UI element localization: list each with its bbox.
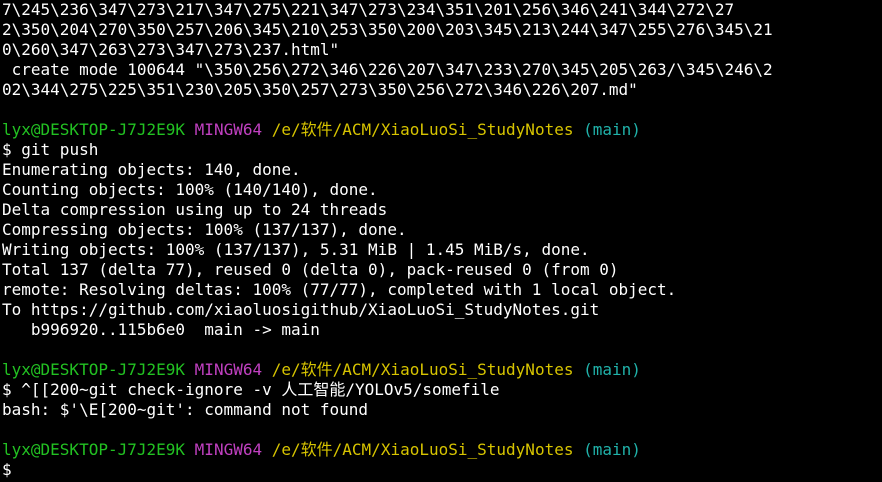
output-line: remote: Resolving deltas: 100% (77/77), … <box>2 280 677 299</box>
prompt-symbol: $ <box>2 380 12 399</box>
output-line: bash: $'\E[200~git': command not found <box>2 400 369 419</box>
command-text: git push <box>11 140 99 159</box>
prompt-branch: (main) <box>583 120 641 139</box>
output-line: Counting objects: 100% (140/140), done. <box>2 180 378 199</box>
output-line: Compressing objects: 100% (137/137), don… <box>2 220 407 239</box>
prompt-user-host: lyx@DESKTOP-J7J2E9K <box>2 360 186 379</box>
prompt-branch: (main) <box>583 440 641 459</box>
output-line: create mode 100644 "\350\256\272\346\226… <box>2 60 773 79</box>
output-line: 0\260\347\263\273\347\273\237.html" <box>2 40 340 59</box>
output-line: 7\245\236\347\273\217\347\275\221\347\27… <box>2 0 735 19</box>
output-line: 02\344\275\225\351\230\205\350\257\273\3… <box>2 80 638 99</box>
prompt-symbol: $ <box>2 140 12 159</box>
prompt-user-host: lyx@DESKTOP-J7J2E9K <box>2 440 186 459</box>
command-input-line[interactable]: $ <box>2 460 882 480</box>
output-line: 2\350\204\270\350\257\206\345\210\253\35… <box>2 20 773 39</box>
prompt-symbol: $ <box>2 460 12 479</box>
output-line: To https://github.com/xiaoluosigithub/Xi… <box>2 300 600 319</box>
command-text: ^[[200~git check-ignore -v 人工智能/YOLOv5/s… <box>11 380 500 399</box>
prompt-msystem: MINGW64 <box>194 440 263 459</box>
prompt-path: /e/软件/ACM/XiaoLuoSi_StudyNotes <box>271 440 574 459</box>
prompt-path: /e/软件/ACM/XiaoLuoSi_StudyNotes <box>271 120 574 139</box>
output-line: Enumerating objects: 140, done. <box>2 160 301 179</box>
prompt-line: lyx@DESKTOP-J7J2E9K MINGW64 /e/软件/ACM/Xi… <box>2 120 882 140</box>
prompt-line: lyx@DESKTOP-J7J2E9K MINGW64 /e/软件/ACM/Xi… <box>2 440 882 460</box>
output-line: Delta compression using up to 24 threads <box>2 200 388 219</box>
prompt-line: lyx@DESKTOP-J7J2E9K MINGW64 /e/软件/ACM/Xi… <box>2 360 882 380</box>
terminal-window[interactable]: 7\245\236\347\273\217\347\275\221\347\27… <box>0 0 882 482</box>
prompt-msystem: MINGW64 <box>194 360 263 379</box>
output-line: Total 137 (delta 77), reused 0 (delta 0)… <box>2 260 619 279</box>
command-line: $ git push <box>2 140 882 160</box>
output-line: Writing objects: 100% (137/137), 5.31 Mi… <box>2 240 590 259</box>
prompt-path: /e/软件/ACM/XiaoLuoSi_StudyNotes <box>271 360 574 379</box>
prompt-msystem: MINGW64 <box>194 120 263 139</box>
prompt-branch: (main) <box>583 360 641 379</box>
output-line: b996920..115b6e0 main -> main <box>2 320 320 339</box>
command-line: $ ^[[200~git check-ignore -v 人工智能/YOLOv5… <box>2 380 882 400</box>
prompt-user-host: lyx@DESKTOP-J7J2E9K <box>2 120 186 139</box>
